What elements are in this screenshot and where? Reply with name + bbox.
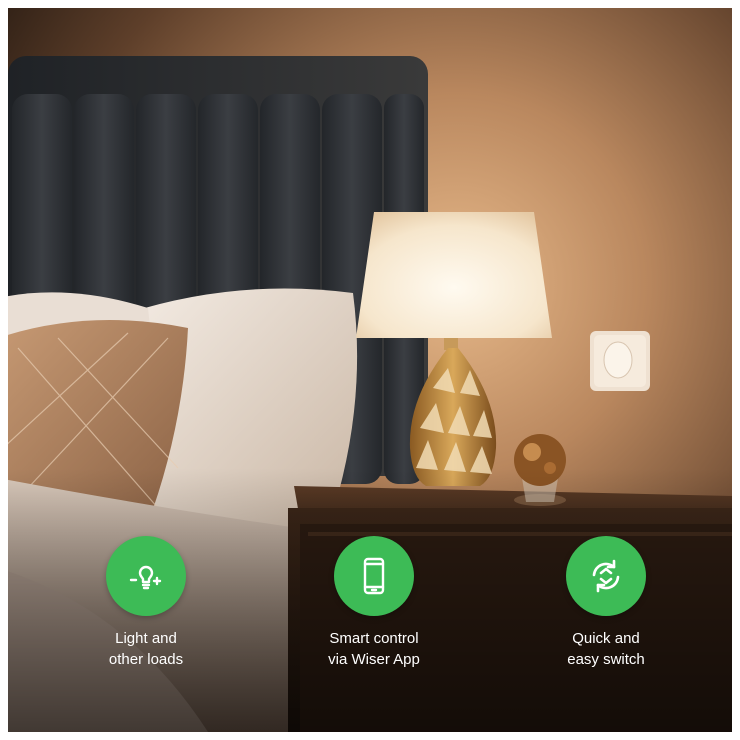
feature-badge bbox=[106, 536, 186, 616]
feature-label-line2: other loads bbox=[108, 651, 184, 668]
feature-label: Quick and easy switch bbox=[567, 628, 645, 670]
feature-label-line2: via Wiser App bbox=[328, 651, 420, 668]
feature-highlights: Light and other loads Smart control via … bbox=[8, 8, 732, 732]
bulb-dimmer-icon bbox=[129, 565, 162, 590]
product-photo-frame: Light and other loads Smart control via … bbox=[8, 8, 732, 732]
feature-label-line1: Smart control bbox=[329, 630, 419, 647]
smartphone-icon bbox=[363, 557, 385, 595]
feature-smart-control: Smart control via Wiser App bbox=[284, 536, 464, 670]
feature-label: Light and other loads bbox=[109, 628, 183, 670]
feature-label-line1: Light and bbox=[115, 630, 177, 647]
swap-arrows-icon bbox=[592, 559, 620, 593]
feature-badge bbox=[566, 536, 646, 616]
feature-label: Smart control via Wiser App bbox=[328, 628, 420, 670]
feature-light-loads: Light and other loads bbox=[56, 536, 236, 670]
feature-label-line1: Quick and bbox=[572, 630, 640, 647]
feature-quick-switch: Quick and easy switch bbox=[516, 536, 696, 670]
feature-badge bbox=[334, 536, 414, 616]
feature-label-line2: easy switch bbox=[567, 651, 645, 668]
